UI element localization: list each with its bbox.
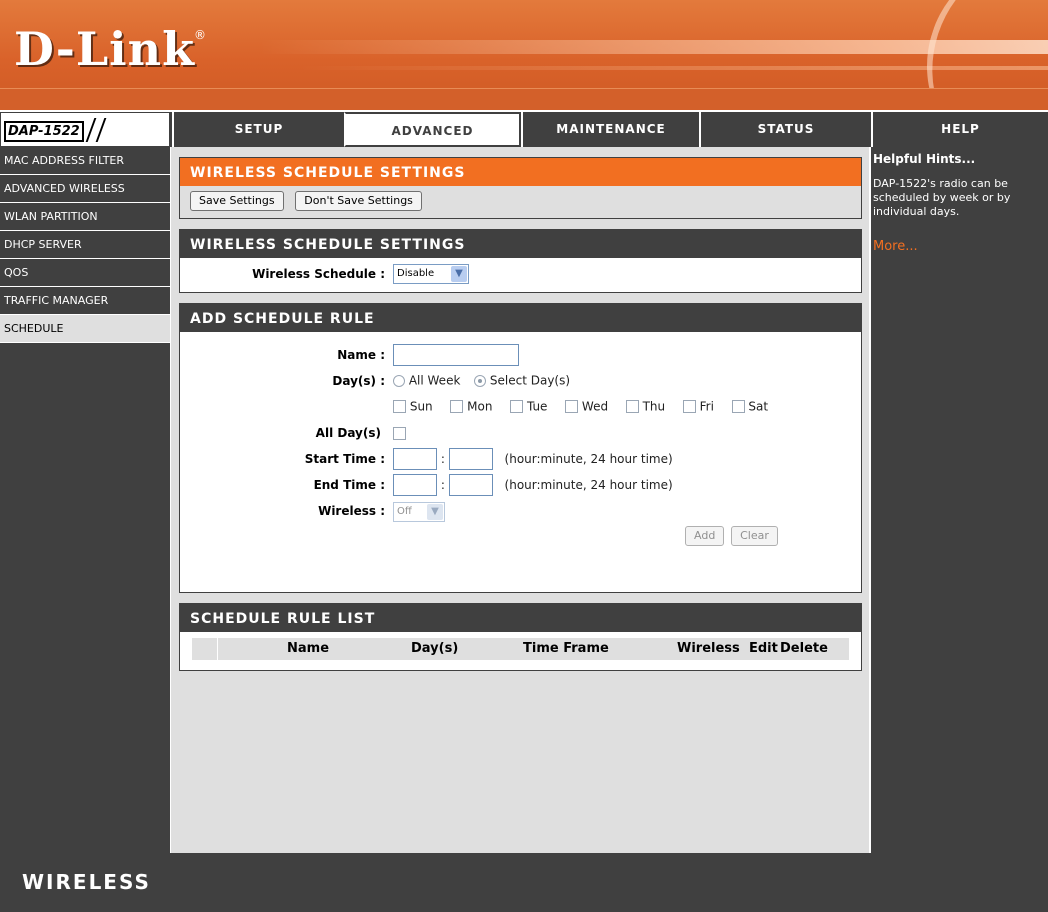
schedule-rule-list-box: SCHEDULE RULE LIST Name Day(s) Time Fram… bbox=[179, 603, 862, 671]
name-label: Name : bbox=[337, 348, 385, 362]
section-title: WIRELESS SCHEDULE SETTINGS bbox=[180, 230, 861, 258]
header-banner: D-Link ® bbox=[0, 0, 1048, 110]
header-spacer bbox=[192, 638, 218, 660]
time-separator: : bbox=[440, 478, 445, 492]
time-separator: : bbox=[440, 452, 445, 466]
day-mon-checkbox[interactable] bbox=[450, 400, 464, 413]
column-time-frame: Time Frame bbox=[523, 641, 609, 656]
model-badge: DAP-1522 bbox=[0, 112, 170, 147]
sidebar-item-qos[interactable]: QOS bbox=[0, 259, 170, 287]
end-time-label: End Time : bbox=[313, 478, 385, 492]
column-name: Name bbox=[287, 641, 330, 656]
clear-rule-button[interactable]: Clear bbox=[731, 526, 778, 546]
top-navigation: DAP-1522 SETUP ADVANCED MAINTENANCE STAT… bbox=[0, 112, 1048, 147]
wireless-schedule-label: Wireless Schedule : bbox=[252, 267, 385, 281]
registered-mark: ® bbox=[194, 28, 206, 42]
select-days-label: Select Day(s) bbox=[489, 373, 571, 388]
end-hour-input[interactable] bbox=[393, 474, 437, 496]
sidebar-item-schedule[interactable]: SCHEDULE bbox=[0, 315, 170, 343]
day-sun-label: Sun bbox=[409, 399, 433, 414]
tab-help[interactable]: HELP bbox=[871, 112, 1048, 147]
day-thu-label: Thu bbox=[642, 399, 666, 414]
start-minute-input[interactable] bbox=[448, 448, 493, 470]
day-fri-label: Fri bbox=[699, 399, 714, 414]
help-panel: Helpful Hints... DAP-1522's radio can be… bbox=[869, 147, 1048, 853]
all-week-radio[interactable] bbox=[393, 374, 405, 387]
day-fri-checkbox[interactable] bbox=[682, 400, 696, 413]
chevron-down-icon: ▼ bbox=[451, 266, 467, 282]
wireless-schedule-select[interactable]: Disable ▼ bbox=[393, 264, 469, 284]
wireless-schedule-value: Disable bbox=[397, 268, 435, 279]
dont-save-settings-button[interactable]: Don't Save Settings bbox=[295, 191, 422, 211]
day-sat-label: Sat bbox=[748, 399, 769, 414]
section-title: ADD SCHEDULE RULE bbox=[180, 304, 861, 332]
settings-action-box: WIRELESS SCHEDULE SETTINGS Save Settings… bbox=[179, 157, 862, 219]
day-tue-checkbox[interactable] bbox=[510, 400, 524, 413]
sidebar-item-advanced-wireless[interactable]: ADVANCED WIRELESS bbox=[0, 175, 170, 203]
sidebar-item-traffic-manager[interactable]: TRAFFIC MANAGER bbox=[0, 287, 170, 315]
day-mon-label: Mon bbox=[467, 399, 493, 414]
tab-advanced[interactable]: ADVANCED bbox=[344, 112, 521, 147]
end-time-hint: (hour:minute, 24 hour time) bbox=[504, 478, 673, 492]
column-delete: Delete bbox=[780, 641, 828, 656]
footer: WIRELESS bbox=[0, 853, 1048, 912]
day-thu-checkbox[interactable] bbox=[625, 400, 639, 413]
add-schedule-rule-box: ADD SCHEDULE RULE Name : Day(s) : All We… bbox=[179, 303, 862, 593]
help-more-link[interactable]: More... bbox=[871, 225, 1048, 268]
sidebar-item-dhcp-server[interactable]: DHCP SERVER bbox=[0, 231, 170, 259]
tab-status[interactable]: STATUS bbox=[699, 112, 871, 147]
help-title: Helpful Hints... bbox=[873, 152, 976, 166]
add-rule-button[interactable]: Add bbox=[685, 526, 725, 546]
main-content: WIRELESS SCHEDULE SETTINGS Save Settings… bbox=[171, 147, 869, 853]
wireless-state-value: Off bbox=[397, 506, 412, 517]
wireless-label: Wireless : bbox=[318, 504, 385, 518]
column-edit: Edit bbox=[749, 641, 778, 656]
wireless-state-select[interactable]: Off ▼ bbox=[393, 502, 445, 522]
tab-setup[interactable]: SETUP bbox=[172, 112, 344, 147]
section-title: SCHEDULE RULE LIST bbox=[180, 604, 861, 632]
column-wireless: Wireless bbox=[677, 641, 740, 656]
days-label: Day(s) : bbox=[332, 374, 385, 388]
tab-maintenance[interactable]: MAINTENANCE bbox=[521, 112, 699, 147]
sidebar: MAC ADDRESS FILTER ADVANCED WIRELESS WLA… bbox=[0, 147, 170, 853]
day-sun-checkbox[interactable] bbox=[393, 400, 406, 413]
all-week-label: All Week bbox=[408, 373, 461, 388]
rule-list-header: Name Day(s) Time Frame Wireless Edit Del… bbox=[192, 638, 849, 660]
column-days: Day(s) bbox=[411, 641, 459, 656]
save-settings-button[interactable]: Save Settings bbox=[190, 191, 284, 211]
dlink-logo: D-Link bbox=[14, 22, 195, 76]
chevron-down-icon: ▼ bbox=[427, 504, 443, 520]
rule-name-input[interactable] bbox=[393, 344, 519, 366]
start-time-label: Start Time : bbox=[304, 452, 385, 466]
start-time-hint: (hour:minute, 24 hour time) bbox=[504, 452, 673, 466]
all-days-checkbox[interactable] bbox=[393, 427, 406, 440]
select-days-radio[interactable] bbox=[474, 374, 487, 387]
day-wed-checkbox[interactable] bbox=[565, 400, 579, 413]
model-slash-icon bbox=[95, 118, 107, 142]
model-slash-icon bbox=[85, 118, 97, 142]
header-stripe bbox=[0, 88, 1048, 110]
day-wed-label: Wed bbox=[581, 399, 609, 414]
day-sat-checkbox[interactable] bbox=[731, 400, 745, 413]
wireless-schedule-box: WIRELESS SCHEDULE SETTINGS Wireless Sche… bbox=[179, 229, 862, 293]
footer-wireless-logo: WIRELESS bbox=[22, 870, 151, 894]
sidebar-item-wlan-partition[interactable]: WLAN PARTITION bbox=[0, 203, 170, 231]
all-days-label: All Day(s) bbox=[315, 426, 381, 440]
day-tue-label: Tue bbox=[526, 399, 548, 414]
help-text: DAP-1522's radio can be scheduled by wee… bbox=[873, 177, 1011, 218]
start-hour-input[interactable] bbox=[393, 448, 437, 470]
page-title: WIRELESS SCHEDULE SETTINGS bbox=[180, 158, 861, 186]
end-minute-input[interactable] bbox=[448, 474, 493, 496]
model-name: DAP-1522 bbox=[4, 121, 84, 142]
sidebar-item-mac-address-filter[interactable]: MAC ADDRESS FILTER bbox=[0, 147, 170, 175]
